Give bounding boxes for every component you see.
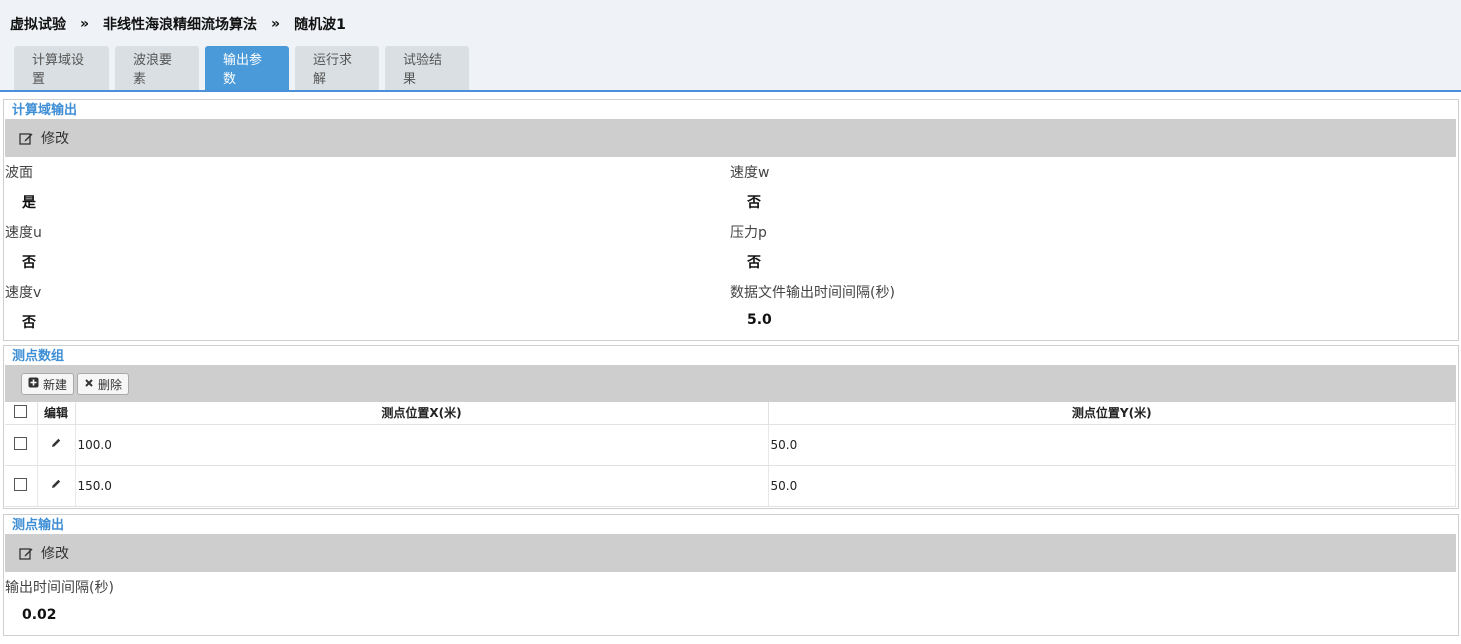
probe-interval-value: 0.02 bbox=[22, 607, 57, 623]
edit-icon bbox=[19, 546, 33, 560]
probe-table: 编辑 测点位置X(米) 测点位置Y(米) 100.0 50.0 150.0 50… bbox=[5, 402, 1456, 507]
delete-label: 删除 bbox=[98, 377, 123, 392]
breadcrumb-separator: » bbox=[80, 16, 90, 32]
select-all-cell bbox=[5, 402, 38, 425]
velocity-v-label: 速度v bbox=[5, 285, 42, 301]
domain-output-edit-button[interactable]: 修改 bbox=[19, 128, 69, 148]
tab-wave-elements[interactable]: 波浪要素 bbox=[115, 46, 199, 90]
velocity-w-value: 否 bbox=[747, 195, 761, 211]
velocity-v-value: 否 bbox=[22, 315, 36, 331]
top-bar: 虚拟试验 » 非线性海浪精细流场算法 » 随机波1 计算域设置 波浪要素 输出参… bbox=[0, 0, 1461, 92]
velocity-u-value: 否 bbox=[22, 255, 36, 271]
domain-output-panel: 计算域输出 修改 波面 是 速度u 否 速度v 否 速度w 否 压力p 否 数据… bbox=[3, 99, 1459, 341]
breadcrumb-separator: » bbox=[271, 16, 281, 32]
breadcrumb-item-2[interactable]: 非线性海浪精细流场算法 bbox=[103, 14, 257, 34]
cell-x: 100.0 bbox=[75, 424, 769, 466]
close-icon bbox=[84, 378, 94, 391]
column-header-edit: 编辑 bbox=[37, 402, 76, 425]
table-header-row: 编辑 测点位置X(米) 测点位置Y(米) bbox=[5, 402, 1456, 425]
cell-y: 50.0 bbox=[768, 465, 1456, 507]
new-label: 新建 bbox=[43, 377, 68, 392]
probe-array-panel: 测点数组 新建 删除 编辑 测点位置X(米) 测点位置Y(米) 100.0 50… bbox=[3, 345, 1459, 509]
tab-output-params[interactable]: 输出参数 bbox=[205, 46, 289, 90]
cell-y: 50.0 bbox=[768, 424, 1456, 466]
tab-bar: 计算域设置 波浪要素 输出参数 运行求解 试验结果 bbox=[14, 46, 475, 90]
probe-output-panel: 测点输出 修改 输出时间间隔(秒) 0.02 bbox=[3, 514, 1459, 636]
pencil-icon[interactable] bbox=[50, 478, 62, 490]
probe-interval-label: 输出时间间隔(秒) bbox=[5, 580, 114, 596]
wave-surface-value: 是 bbox=[22, 195, 36, 211]
breadcrumb: 虚拟试验 » 非线性海浪精细流场算法 » 随机波1 bbox=[10, 14, 346, 34]
velocity-w-label: 速度w bbox=[730, 165, 770, 181]
pencil-icon[interactable] bbox=[50, 437, 62, 449]
breadcrumb-item-3: 随机波1 bbox=[294, 17, 346, 33]
row-select-cell bbox=[5, 465, 38, 507]
edit-icon bbox=[19, 131, 33, 145]
pressure-p-value: 否 bbox=[747, 255, 761, 271]
column-header-x[interactable]: 测点位置X(米) bbox=[75, 402, 769, 425]
probe-output-toolbar: 修改 bbox=[5, 534, 1456, 572]
row-edit-cell bbox=[37, 465, 76, 507]
file-interval-value: 5.0 bbox=[747, 312, 772, 328]
delete-button[interactable]: 删除 bbox=[77, 373, 130, 395]
plus-square-icon bbox=[28, 377, 39, 391]
new-button[interactable]: 新建 bbox=[21, 373, 75, 395]
probe-output-edit-button[interactable]: 修改 bbox=[19, 543, 69, 563]
probe-array-toolbar: 新建 删除 bbox=[5, 365, 1456, 403]
pressure-p-label: 压力p bbox=[730, 225, 767, 241]
edit-label: 修改 bbox=[41, 546, 69, 562]
tab-test-results[interactable]: 试验结果 bbox=[385, 46, 469, 90]
cell-x: 150.0 bbox=[75, 465, 769, 507]
row-edit-cell bbox=[37, 424, 76, 466]
velocity-u-label: 速度u bbox=[5, 225, 42, 241]
edit-label: 修改 bbox=[41, 131, 69, 147]
row-checkbox[interactable] bbox=[14, 436, 28, 450]
row-checkbox[interactable] bbox=[14, 477, 28, 491]
table-row: 100.0 50.0 bbox=[5, 424, 1456, 466]
tab-domain-settings[interactable]: 计算域设置 bbox=[14, 46, 109, 90]
domain-output-toolbar: 修改 bbox=[5, 119, 1456, 157]
table-row: 150.0 50.0 bbox=[5, 465, 1456, 507]
wave-surface-label: 波面 bbox=[5, 165, 33, 181]
column-header-y[interactable]: 测点位置Y(米) bbox=[768, 402, 1456, 425]
file-interval-label: 数据文件输出时间间隔(秒) bbox=[730, 285, 895, 301]
breadcrumb-item-1[interactable]: 虚拟试验 bbox=[10, 14, 66, 34]
select-all-checkbox[interactable] bbox=[14, 404, 28, 418]
tab-run-solve[interactable]: 运行求解 bbox=[295, 46, 379, 90]
row-select-cell bbox=[5, 424, 38, 466]
